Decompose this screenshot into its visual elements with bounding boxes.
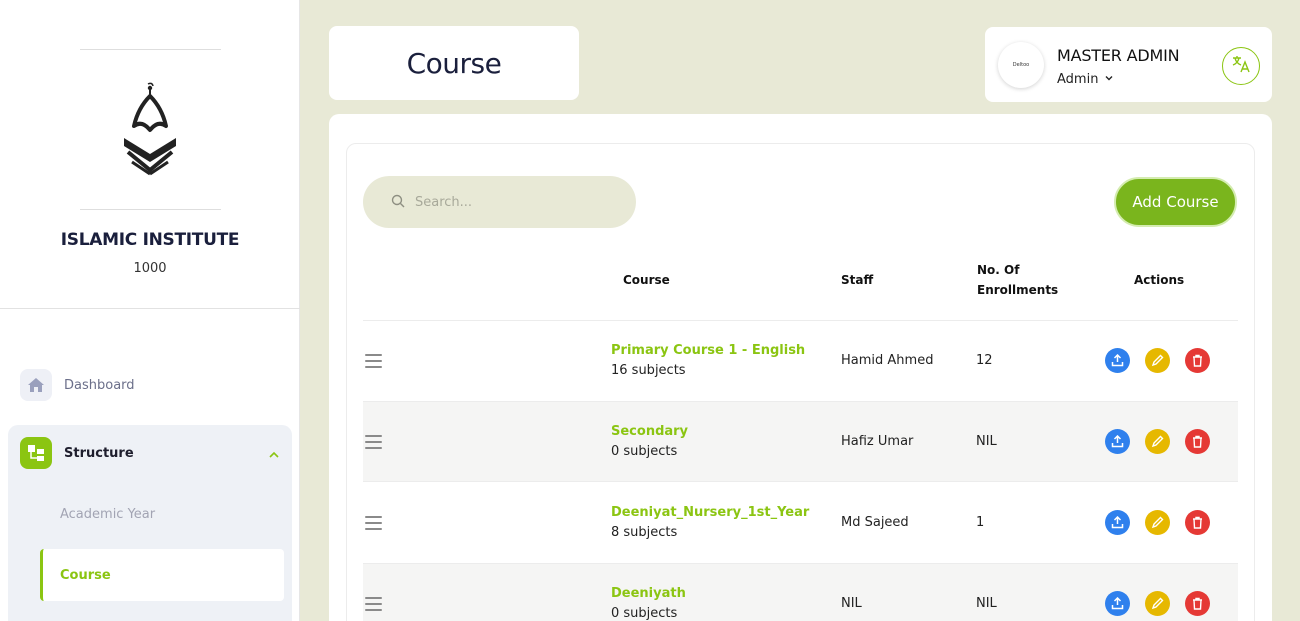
search-input[interactable]	[415, 194, 615, 210]
sidebar-item-label: Dashboard	[64, 377, 135, 393]
page-title-card: Course	[329, 26, 579, 100]
course-name-link[interactable]: Deeniyath	[611, 586, 686, 601]
add-course-button[interactable]: Add Course	[1114, 177, 1237, 227]
course-subjects: 8 subjects	[611, 525, 678, 540]
institute-name: ISLAMIC INSTITUTE	[60, 230, 240, 250]
upload-button[interactable]	[1105, 348, 1130, 373]
upload-button[interactable]	[1105, 591, 1130, 616]
sidebar-item-label: Structure	[64, 445, 134, 461]
drag-handle-icon[interactable]	[365, 354, 382, 368]
avatar-text: Deltoo	[1012, 62, 1030, 68]
upload-icon	[1111, 435, 1124, 448]
user-name: MASTER ADMIN	[1057, 46, 1180, 65]
course-subjects: 0 subjects	[611, 444, 678, 459]
sidebar: ISLAMIC INSTITUTE 1000 Dashboard Structu…	[0, 0, 300, 621]
home-icon	[20, 369, 52, 401]
page-title: Course	[406, 46, 502, 80]
pencil-icon	[1151, 516, 1164, 529]
drag-handle-icon[interactable]	[365, 435, 382, 449]
institute-logo	[110, 80, 190, 180]
delete-button[interactable]	[1185, 591, 1210, 616]
table-row: Primary Course 1 - English 16 subjects H…	[363, 321, 1238, 402]
edit-button[interactable]	[1145, 429, 1170, 454]
trash-icon	[1193, 516, 1202, 529]
table-row: Deeniyat_Nursery_1st_Year 8 subjects Md …	[363, 483, 1238, 564]
course-name-link[interactable]: Primary Course 1 - English	[611, 343, 805, 358]
sidebar-item-academic-year[interactable]: Academic Year	[60, 507, 155, 522]
course-enrollments: 12	[976, 353, 993, 368]
column-header-course: Course	[623, 273, 670, 287]
column-header-enrollments: No. Of Enrollments	[977, 260, 1058, 300]
institute-code: 1000	[133, 261, 167, 276]
delete-button[interactable]	[1185, 510, 1210, 535]
sidebar-item-structure[interactable]: Structure	[20, 437, 280, 469]
sidebar-group-structure: Structure Academic Year Course	[8, 425, 292, 621]
search-box[interactable]	[363, 176, 636, 228]
edit-button[interactable]	[1145, 510, 1170, 535]
pencil-icon	[1151, 597, 1164, 610]
user-card: Deltoo MASTER ADMIN Admin	[985, 27, 1272, 102]
edit-button[interactable]	[1145, 348, 1170, 373]
chevron-up-icon[interactable]	[268, 446, 280, 465]
upload-button[interactable]	[1105, 429, 1130, 454]
chevron-down-icon	[1104, 72, 1114, 87]
pencil-icon	[1151, 354, 1164, 367]
table-row: Secondary 0 subjects Hafiz Umar NIL	[363, 401, 1238, 482]
course-enrollments: NIL	[976, 434, 997, 449]
sidebar-item-course[interactable]: Course	[40, 549, 284, 601]
course-name-link[interactable]: Deeniyat_Nursery_1st_Year	[611, 505, 809, 520]
language-button[interactable]	[1222, 47, 1260, 85]
delete-button[interactable]	[1185, 429, 1210, 454]
upload-icon	[1111, 516, 1124, 529]
search-icon	[391, 193, 405, 212]
course-subjects: 0 subjects	[611, 606, 678, 621]
upload-icon	[1111, 354, 1124, 367]
structure-icon	[20, 437, 52, 469]
sidebar-item-dashboard[interactable]: Dashboard	[20, 368, 280, 402]
trash-icon	[1193, 354, 1202, 367]
column-header-enrollments-line2: Enrollments	[977, 283, 1059, 297]
course-staff: NIL	[841, 596, 862, 611]
column-header-staff: Staff	[841, 273, 874, 287]
user-role-label: Admin	[1057, 72, 1099, 87]
translate-icon	[1231, 54, 1251, 78]
logo-divider-top	[80, 49, 221, 50]
trash-icon	[1193, 597, 1202, 610]
drag-handle-icon[interactable]	[365, 516, 382, 530]
table-row: Deeniyath 0 subjects NIL NIL	[363, 563, 1238, 621]
course-name-link[interactable]: Secondary	[611, 424, 688, 439]
sidebar-divider	[0, 308, 300, 309]
user-role-dropdown[interactable]: Admin	[1057, 72, 1114, 87]
avatar[interactable]: Deltoo	[998, 42, 1044, 88]
upload-icon	[1111, 597, 1124, 610]
course-subjects: 16 subjects	[611, 363, 686, 378]
edit-button[interactable]	[1145, 591, 1170, 616]
column-header-enrollments-line1: No. Of	[977, 263, 1020, 277]
column-header-actions: Actions	[1134, 273, 1185, 287]
upload-button[interactable]	[1105, 510, 1130, 535]
course-staff: Md Sajeed	[841, 515, 909, 530]
course-enrollments: 1	[976, 515, 985, 530]
course-enrollments: NIL	[976, 596, 997, 611]
course-staff: Hamid Ahmed	[841, 353, 934, 368]
logo-divider-bottom	[80, 209, 221, 210]
course-staff: Hafiz Umar	[841, 434, 914, 449]
delete-button[interactable]	[1185, 348, 1210, 373]
trash-icon	[1193, 435, 1202, 448]
drag-handle-icon[interactable]	[365, 597, 382, 611]
pencil-icon	[1151, 435, 1164, 448]
